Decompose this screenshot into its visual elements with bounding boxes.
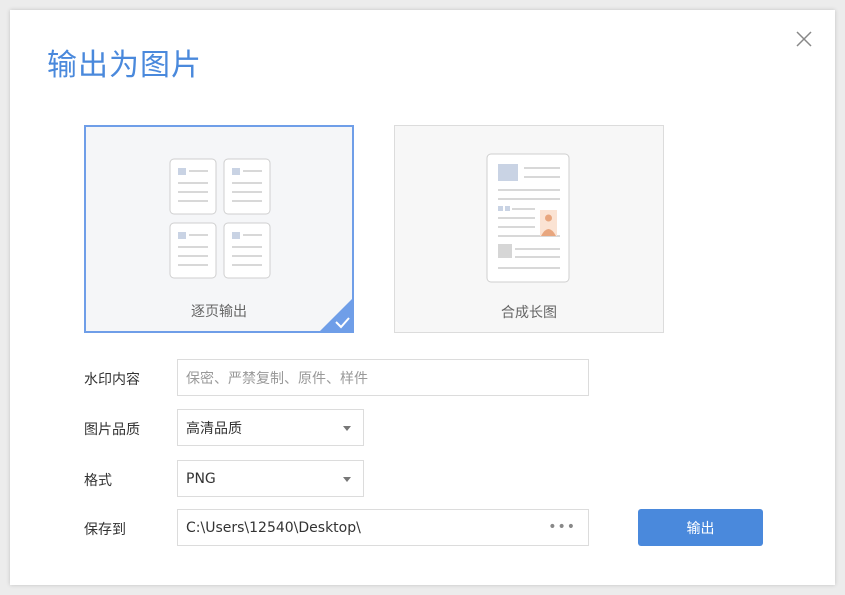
mode-card-long-image[interactable]: 合成长图 <box>394 125 664 333</box>
close-icon[interactable] <box>793 28 815 50</box>
export-button[interactable]: 输出 <box>638 509 763 546</box>
more-dots-icon[interactable]: ••• <box>548 519 576 535</box>
mode-label-per-page: 逐页输出 <box>191 304 247 320</box>
watermark-input[interactable]: 保密、严禁复制、原件、样件 <box>177 359 589 396</box>
format-select[interactable]: PNG <box>177 460 364 497</box>
chevron-down-icon <box>343 425 351 431</box>
quality-value: 高清品质 <box>186 420 242 437</box>
save-path-value: C:\Users\12540\Desktop\ <box>186 519 361 536</box>
format-label: 格式 <box>84 473 112 489</box>
watermark-label: 水印内容 <box>84 372 140 388</box>
mode-label-long-image: 合成长图 <box>501 305 557 321</box>
checkmark-icon <box>318 297 354 333</box>
export-image-dialog: 输出为图片 逐页输出 合成长图 水印内容 保密、严禁复制、原件、样件 图片品质 … <box>10 10 835 585</box>
save-to-label: 保存到 <box>84 522 126 538</box>
dialog-title: 输出为图片 <box>47 48 202 83</box>
format-value: PNG <box>186 470 216 487</box>
quality-label: 图片品质 <box>84 422 140 438</box>
mode-card-per-page[interactable]: 逐页输出 <box>84 125 354 333</box>
chevron-down-icon <box>343 476 351 482</box>
quality-select[interactable]: 高清品质 <box>177 409 364 446</box>
long-image-illustration-icon <box>486 153 570 283</box>
per-page-illustration-icon <box>169 158 271 279</box>
save-path-input[interactable]: C:\Users\12540\Desktop\ ••• <box>177 509 589 546</box>
